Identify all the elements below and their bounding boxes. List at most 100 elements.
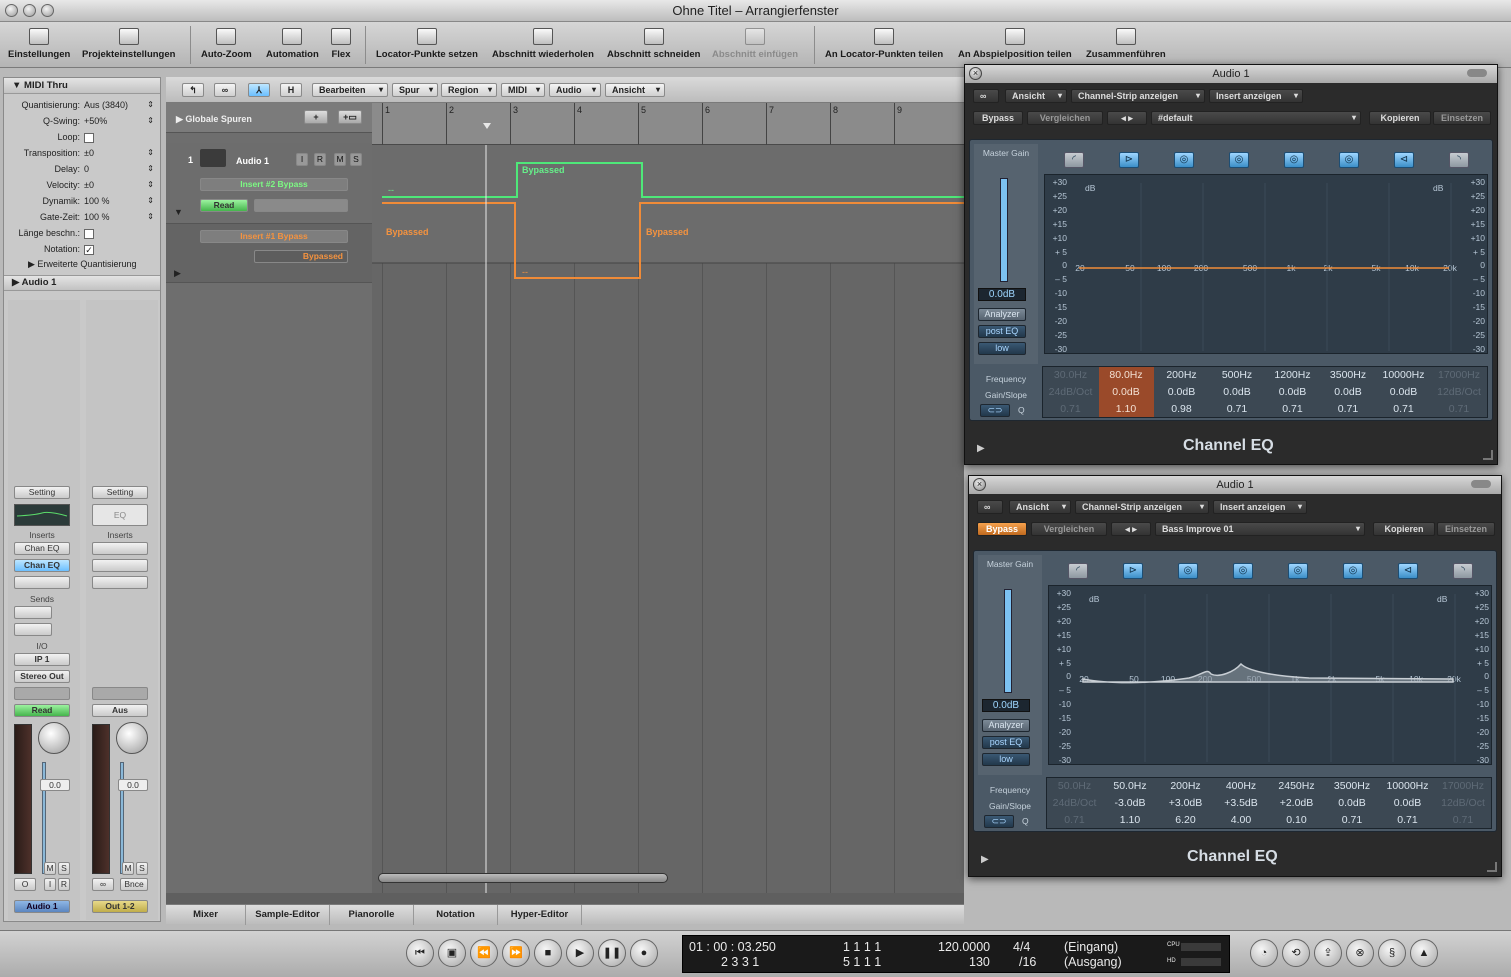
param-value[interactable]: +50% bbox=[84, 114, 107, 128]
collapse-button[interactable] bbox=[1467, 69, 1487, 77]
add-track-button[interactable]: + bbox=[304, 110, 328, 124]
band-2-column[interactable]: 50.0Hz -3.0dB 1.10 bbox=[1103, 778, 1158, 828]
eq-thumbnail[interactable] bbox=[14, 504, 70, 526]
band-4-column[interactable]: 400Hz +3.5dB 4.00 bbox=[1214, 778, 1269, 828]
param-checkbox[interactable] bbox=[84, 132, 94, 143]
bell-band-icon[interactable]: ◎ bbox=[1174, 152, 1194, 168]
band-8-column[interactable]: 17000Hz 12dB/Oct 0.71 bbox=[1436, 778, 1491, 828]
band-q[interactable]: 0.71 bbox=[1047, 812, 1102, 829]
go-to-start-button[interactable]: ⏮ bbox=[406, 939, 434, 967]
automation-mode-button[interactable]: Read bbox=[14, 704, 70, 717]
record-enable-button[interactable]: R bbox=[314, 153, 326, 166]
global-tracks-row[interactable]: ▶ Globale Spuren + +▭ bbox=[166, 103, 372, 133]
band-5-column[interactable]: 1200Hz 0.0dB 0.71 bbox=[1265, 367, 1320, 417]
param-checkbox[interactable]: ✓ bbox=[84, 244, 94, 255]
disclosure-triangle-icon[interactable]: ▼ bbox=[174, 207, 183, 217]
resolution-menu[interactable]: low bbox=[978, 342, 1026, 355]
band-frequency[interactable]: 3500Hz bbox=[1321, 367, 1376, 384]
bell-band-icon[interactable]: ◎ bbox=[1339, 152, 1359, 168]
band-gain[interactable]: 0.0dB bbox=[1380, 795, 1435, 812]
bounce-button[interactable]: Bnce bbox=[120, 878, 148, 891]
bar-ruler[interactable]: 1 2 3 4 5 6 7 8 9 bbox=[372, 103, 964, 145]
copy-button[interactable]: Kopieren bbox=[1373, 522, 1435, 536]
bypass-button[interactable]: Bypass bbox=[973, 111, 1023, 125]
input-monitor-button[interactable]: I bbox=[296, 153, 308, 166]
param-value[interactable]: ±0 bbox=[84, 178, 94, 192]
band-gain[interactable]: +3.5dB bbox=[1214, 795, 1269, 812]
insert-menu[interactable]: Insert anzeigen bbox=[1209, 89, 1303, 103]
band-q[interactable]: 0.71 bbox=[1376, 401, 1431, 418]
bell-band-icon[interactable]: ◎ bbox=[1343, 563, 1363, 579]
compare-button[interactable]: Vergleichen bbox=[1027, 111, 1103, 125]
region-param-row[interactable]: Notation: ✓ bbox=[4, 242, 160, 256]
band-8-column[interactable]: 17000Hz 12dB/Oct 0.71 bbox=[1432, 367, 1487, 417]
band-q[interactable]: 6.20 bbox=[1158, 812, 1213, 829]
band-frequency[interactable]: 200Hz bbox=[1158, 778, 1213, 795]
abschnitt-einfuegen-button[interactable]: Abschnitt einfügen bbox=[712, 28, 798, 60]
param-value[interactable] bbox=[84, 130, 94, 144]
param-value[interactable]: 100 % bbox=[84, 194, 110, 208]
close-window-button[interactable] bbox=[5, 4, 18, 17]
automation-value-field[interactable] bbox=[254, 199, 348, 212]
compare-button[interactable]: Vergleichen bbox=[1031, 522, 1107, 536]
band-3-column[interactable]: 200Hz +3.0dB 6.20 bbox=[1158, 778, 1213, 828]
band-frequency[interactable]: 10000Hz bbox=[1376, 367, 1431, 384]
band-frequency[interactable]: 10000Hz bbox=[1380, 778, 1435, 795]
high-shelf-icon[interactable]: ⊲ bbox=[1398, 563, 1418, 579]
back-icon[interactable]: ↰ bbox=[182, 83, 204, 97]
play-button[interactable]: ▶ bbox=[566, 939, 594, 967]
band-1-column[interactable]: 50.0Hz 24dB/Oct 0.71 bbox=[1047, 778, 1102, 828]
insert-slot-2[interactable]: Chan EQ bbox=[14, 559, 70, 572]
high-cut-icon[interactable]: ◝ bbox=[1449, 152, 1469, 168]
einstellungen-button[interactable]: Einstellungen bbox=[8, 28, 70, 60]
band-gain[interactable]: 0.0dB bbox=[1154, 384, 1209, 401]
master-gain-value[interactable]: 0.0dB bbox=[978, 288, 1026, 301]
tab-hyper-editor[interactable]: Hyper-Editor bbox=[498, 905, 582, 925]
abschnitt-wiederholen-button[interactable]: Abschnitt wiederholen bbox=[492, 28, 594, 60]
input-monitor-button[interactable]: I bbox=[44, 878, 56, 891]
projekteinstellungen-button[interactable]: Projekteinstellungen bbox=[82, 28, 175, 60]
minimize-window-button[interactable] bbox=[23, 4, 36, 17]
region-param-row[interactable]: ⇕ Transposition: ±0 bbox=[4, 146, 160, 160]
automation-lane-header[interactable]: Insert #1 Bypass Bypassed ▶ bbox=[166, 223, 372, 283]
channel-strip-menu[interactable]: Channel-Strip anzeigen bbox=[1071, 89, 1205, 103]
high-cut-icon[interactable]: ◝ bbox=[1453, 563, 1473, 579]
bell-band-icon[interactable]: ◎ bbox=[1233, 563, 1253, 579]
abschnitt-schneiden-button[interactable]: Abschnitt schneiden bbox=[607, 28, 700, 60]
preset-menu[interactable]: #default bbox=[1151, 111, 1361, 125]
insert-slot-1[interactable] bbox=[92, 542, 148, 555]
stepper-icon[interactable]: ⇕ bbox=[147, 194, 154, 208]
band-gain[interactable]: 0.0dB bbox=[1265, 384, 1320, 401]
add-global-track-button[interactable]: +▭ bbox=[338, 110, 362, 124]
link-icon[interactable]: ⊂⊃ bbox=[980, 404, 1010, 417]
stepper-icon[interactable]: ⇕ bbox=[147, 98, 154, 112]
extended-parameters-disclosure[interactable]: ▶ bbox=[981, 854, 989, 865]
automation-button[interactable]: Automation bbox=[266, 28, 319, 60]
region-parameter-header[interactable]: ▼ MIDI Thru bbox=[4, 78, 160, 94]
mute-button[interactable]: M bbox=[334, 153, 346, 166]
eq-graph[interactable]: +30 +30 +25 +25 +20 +20 +15 +15 +10 +10 + 5 + 5 0 0– … bbox=[1048, 585, 1492, 765]
preset-menu[interactable]: Bass Improve 01 bbox=[1155, 522, 1365, 536]
rewind-button[interactable]: ⏪ bbox=[470, 939, 498, 967]
insert-slot-2[interactable] bbox=[92, 559, 148, 572]
horizontal-scrollbar[interactable] bbox=[378, 873, 668, 883]
low-shelf-icon[interactable]: ⊳ bbox=[1119, 152, 1139, 168]
resize-handle[interactable] bbox=[1487, 862, 1497, 872]
volume-value[interactable]: 0.0 bbox=[40, 779, 70, 791]
band-q[interactable]: 0.71 bbox=[1432, 401, 1487, 418]
band-frequency[interactable]: 500Hz bbox=[1210, 367, 1265, 384]
region-param-row[interactable]: Länge beschn.: bbox=[4, 226, 160, 240]
channel-strip-menu[interactable]: Channel-Strip anzeigen bbox=[1075, 500, 1209, 514]
band-gain[interactable]: 0.0dB bbox=[1325, 795, 1380, 812]
resize-handle[interactable] bbox=[1483, 450, 1493, 460]
track-lanes[interactable]: Bypassed Bypassed Bypassed -- -- bbox=[372, 145, 964, 893]
forward-button[interactable]: ⏩ bbox=[502, 939, 530, 967]
stepper-icon[interactable]: ⇕ bbox=[147, 178, 154, 192]
sync-button[interactable]: § bbox=[1378, 939, 1406, 967]
channel-name[interactable]: Audio 1 bbox=[14, 900, 70, 913]
band-gain[interactable]: 0.0dB bbox=[1376, 384, 1431, 401]
param-value[interactable]: 100 % bbox=[84, 210, 110, 224]
zusammenfuehren-button[interactable]: Zusammenführen bbox=[1086, 28, 1166, 60]
tab-sample-editor[interactable]: Sample-Editor bbox=[246, 905, 330, 925]
band-q[interactable]: 0.71 bbox=[1436, 812, 1491, 829]
